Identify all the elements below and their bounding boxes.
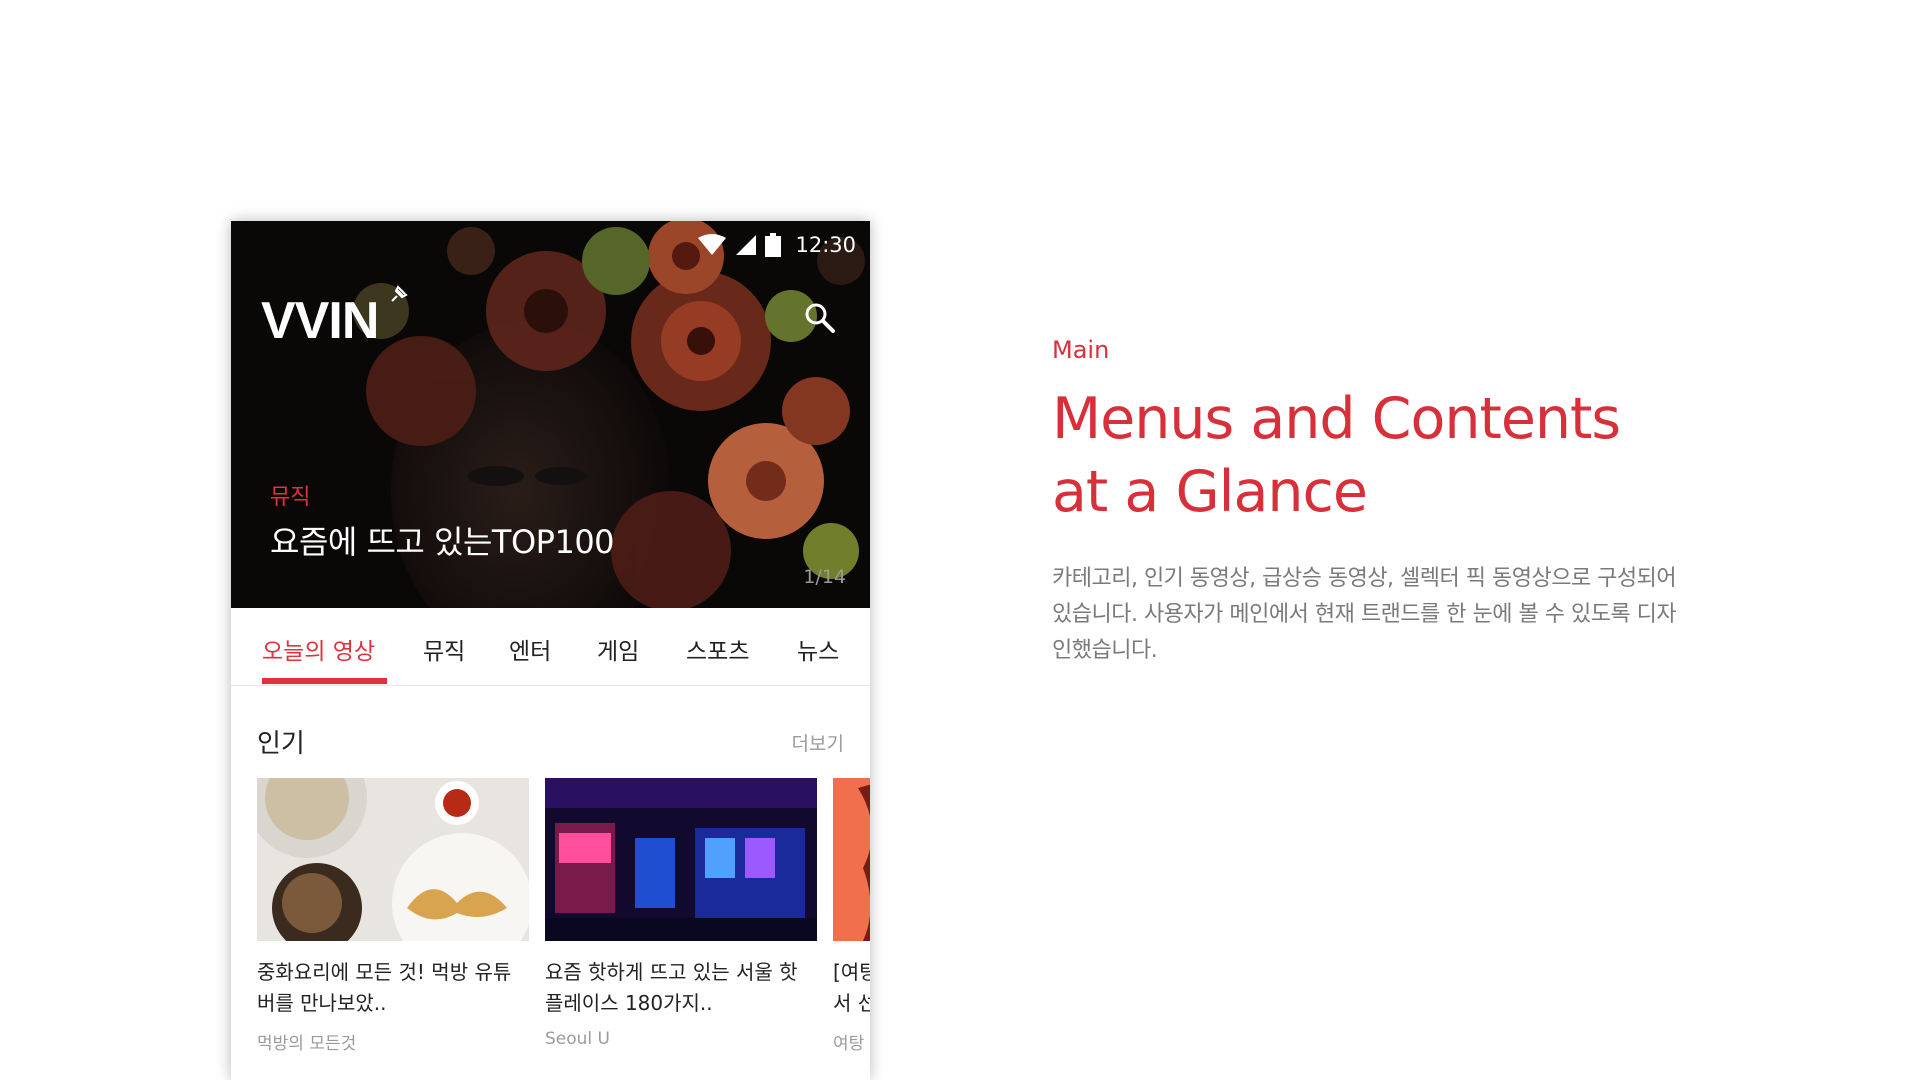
page-headline: Menus and Contents at a Glance <box>1052 386 1621 525</box>
tab-entertainment[interactable]: 엔터 <box>509 632 551 666</box>
video-card[interactable]: 중화요리에 모든 것! 먹방 유튜 버를 만나보았.. 먹방의 모든것 <box>257 778 529 1054</box>
section-title: 인기 <box>257 729 305 759</box>
phone-mockup: 12:30 VVIN 뮤직 요즘에 뜨고 있는TOP100 1/14 오늘의 영… <box>231 221 870 1080</box>
video-channel: 먹방의 모든것 <box>257 1034 357 1054</box>
tab-indicator <box>262 678 387 684</box>
video-thumbnail <box>545 778 817 941</box>
pin-icon <box>391 285 408 302</box>
tab-game[interactable]: 게임 <box>597 632 639 666</box>
video-card[interactable]: [여탕 서 선 여탕 <box>833 778 870 1054</box>
status-bar: 12:30 <box>697 229 856 261</box>
video-title: 요즘 핫하게 뜨고 있는 서울 핫 플레이스 180가지.. <box>545 960 798 1015</box>
hero-banner[interactable]: 12:30 VVIN 뮤직 요즘에 뜨고 있는TOP100 1/14 <box>231 221 870 608</box>
video-card[interactable]: 요즘 핫하게 뜨고 있는 서울 핫 플레이스 180가지.. Seoul U <box>545 778 817 1049</box>
tab-music[interactable]: 뮤직 <box>423 632 465 666</box>
battery-icon <box>765 233 782 257</box>
section-eyebrow: Main <box>1052 336 1110 364</box>
app-logo[interactable]: VVIN <box>261 291 379 351</box>
video-channel: Seoul U <box>545 1029 610 1049</box>
search-icon[interactable] <box>803 301 837 335</box>
status-time: 12:30 <box>795 233 856 257</box>
tab-news[interactable]: 뉴스 <box>797 632 839 666</box>
video-title: [여탕 서 선 <box>833 960 870 1015</box>
tab-today-video[interactable]: 오늘의 영상 <box>262 632 375 666</box>
hero-pager: 1/14 <box>803 566 846 588</box>
page-description: 카테고리, 인기 동영상, 급상승 동영상, 셀렉터 픽 동영상으로 구성되어있… <box>1052 566 1677 663</box>
hero-category: 뮤직 <box>270 485 311 510</box>
video-channel: 여탕 <box>833 1034 865 1054</box>
video-thumbnail <box>833 778 870 941</box>
wifi-icon <box>698 234 727 255</box>
video-title: 중화요리에 모든 것! 먹방 유튜 버를 만나보았.. <box>257 960 512 1015</box>
tab-sports[interactable]: 스포츠 <box>686 632 749 666</box>
more-link[interactable]: 더보기 <box>792 729 844 756</box>
video-thumbnail <box>257 778 529 941</box>
category-tabs: 오늘의 영상 뮤직 엔터 게임 스포츠 뉴스 <box>231 608 870 686</box>
signal-icon <box>736 235 757 255</box>
hero-title[interactable]: 요즘에 뜨고 있는TOP100 <box>270 517 615 563</box>
